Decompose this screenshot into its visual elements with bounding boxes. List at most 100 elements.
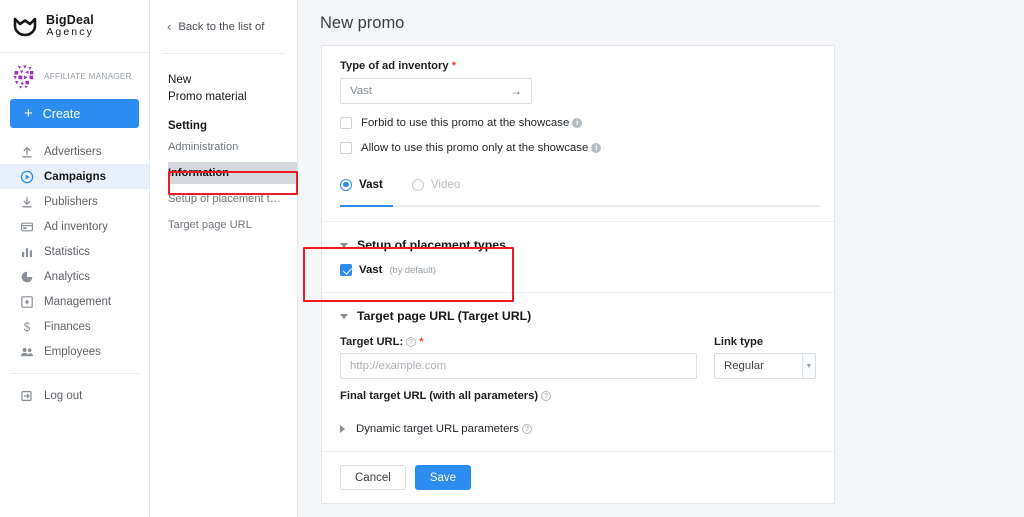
account-role-label: AFFILIATE MANAGER <box>44 72 132 81</box>
brand-subtitle: Agency <box>46 26 94 39</box>
link-type-label: Link type <box>714 336 764 348</box>
placement-types-section: Setup of placement types Vast (by defaul… <box>322 221 834 292</box>
subnav-item-administration[interactable]: Administration <box>150 136 297 158</box>
account-block: AFFILIATE MANAGER + Create <box>0 53 149 128</box>
setting-group-label: Setting <box>168 119 207 132</box>
subnav-item-label: Target page URL <box>168 218 252 231</box>
tab-underline <box>340 205 820 207</box>
required-asterisk: * <box>451 60 457 72</box>
target-url-header[interactable]: Target page URL (Target URL) <box>340 309 816 323</box>
pie-chart-icon <box>20 270 34 284</box>
promo-title-line-2: Promo material <box>168 89 247 103</box>
sidebar-item-label: Log out <box>44 389 83 402</box>
sidebar-item-employees[interactable]: Employees <box>0 339 149 364</box>
back-to-list-link[interactable]: ‹ Back to the list of <box>150 0 297 53</box>
subnav-item-information[interactable]: Information <box>168 161 297 184</box>
dynamic-target-url-params-label: Dynamic target URL parameters? <box>356 423 532 435</box>
sidebar-divider <box>10 373 139 374</box>
allow-showcase-checkbox[interactable] <box>340 142 352 154</box>
placement-vast-label: Vast <box>359 264 383 276</box>
subnav-item-label: Administration <box>168 140 239 153</box>
placement-types-header[interactable]: Setup of placement types <box>340 238 816 252</box>
placement-types-title: Setup of placement types <box>357 238 506 252</box>
tab-video[interactable]: Video <box>411 178 460 191</box>
main-content: New promo Type of ad inventory * Vast → … <box>298 0 1024 517</box>
dynamic-target-url-params-row[interactable]: Dynamic target URL parameters? <box>340 423 816 435</box>
sidebar-item-label: Statistics <box>44 245 91 258</box>
subnav-item-label: Information <box>168 166 230 179</box>
logout-arrow-icon <box>20 389 34 403</box>
sidebar-item-management[interactable]: Management <box>0 289 149 314</box>
placement-vast-checkbox[interactable] <box>340 264 352 276</box>
format-tabs: Vast Video <box>340 178 816 191</box>
promo-material-title: New Promo material <box>150 54 297 106</box>
plus-icon: + <box>24 105 33 122</box>
inventory-value: Vast <box>350 85 372 97</box>
help-circle-icon[interactable]: ? <box>541 391 552 401</box>
dollar-icon: $ <box>20 320 34 334</box>
sidebar-item-label: Ad inventory <box>44 220 108 233</box>
sidebar-item-finances[interactable]: $ Finances <box>0 314 149 339</box>
target-url-field-group: Target URL:? * http://example.com <box>340 336 697 379</box>
placement-vast-row[interactable]: Vast (by default) <box>340 264 816 276</box>
secondary-sidebar: ‹ Back to the list of New Promo material… <box>150 0 298 517</box>
new-promo-form-card: Type of ad inventory * Vast → Forbid to … <box>321 45 835 504</box>
sidebar-nav: Advertisers Campaigns Publishers Ad inve… <box>0 139 149 364</box>
subnav-item-setup-of-placement-types[interactable]: Setup of placement t… <box>150 188 297 210</box>
link-type-field-group: Link type Regular ▼ <box>714 336 816 379</box>
target-url-row: Target URL:? * http://example.com Link t… <box>340 336 816 379</box>
download-arrow-icon <box>20 195 34 209</box>
link-type-select[interactable]: Regular ▼ <box>714 353 816 379</box>
info-icon[interactable]: i <box>572 118 583 128</box>
target-url-placeholder: http://example.com <box>350 360 447 372</box>
play-circle-icon <box>20 170 34 184</box>
chevron-down-icon[interactable]: ▼ <box>802 354 815 378</box>
allow-showcase-label: Allow to use this promo only at the show… <box>361 142 602 154</box>
sidebar-item-advertisers[interactable]: Advertisers <box>0 139 149 164</box>
brand-header[interactable]: BigDeal Agency <box>0 0 149 53</box>
create-button-label: Create <box>42 106 81 121</box>
final-target-url-label: Final target URL (with all parameters)? <box>340 390 816 402</box>
placement-vast-note: (by default) <box>389 265 436 275</box>
forbid-showcase-row[interactable]: Forbid to use this promo at the showcase… <box>340 117 816 129</box>
sidebar-item-analytics[interactable]: Analytics <box>0 264 149 289</box>
sidebar-item-logout[interactable]: Log out <box>0 383 149 408</box>
sidebar-item-publishers[interactable]: Publishers <box>0 189 149 214</box>
tab-vast[interactable]: Vast <box>340 178 383 191</box>
sidebar-item-label: Advertisers <box>44 145 102 158</box>
square-dot-icon <box>20 295 34 309</box>
help-circle-icon[interactable]: ? <box>406 337 417 347</box>
subnav-item-target-page-url[interactable]: Target page URL <box>150 214 297 236</box>
save-button[interactable]: Save <box>414 465 472 490</box>
sidebar-item-statistics[interactable]: Statistics <box>0 239 149 264</box>
promo-title-line-1: New <box>168 73 192 86</box>
sidebar-item-label: Management <box>44 295 112 308</box>
inventory-select[interactable]: Vast → <box>340 78 532 104</box>
page-title: New promo <box>320 14 405 32</box>
caret-right-icon <box>340 425 345 433</box>
target-url-input[interactable]: http://example.com <box>340 353 697 379</box>
forbid-showcase-checkbox[interactable] <box>340 117 352 129</box>
sidebar-item-campaigns[interactable]: Campaigns <box>0 164 149 189</box>
inventory-section: Type of ad inventory * Vast → Forbid to … <box>322 46 834 221</box>
help-circle-icon[interactable]: ? <box>521 424 532 434</box>
upload-arrow-icon <box>20 145 34 159</box>
primary-sidebar: BigDeal Agency AFFILIATE MANAGER + Creat… <box>0 0 150 517</box>
shield-chevron-logo-icon <box>12 13 38 39</box>
final-target-url-text: Final target URL (with all parameters) <box>340 390 539 402</box>
sidebar-item-ad-inventory[interactable]: Ad inventory <box>0 214 149 239</box>
tab-vast-label: Vast <box>359 178 383 191</box>
card-icon <box>20 220 34 234</box>
subnav-item-label: Setup of placement t… <box>168 192 281 205</box>
sidebar-logout-group: Log out <box>0 383 149 408</box>
allow-showcase-row[interactable]: Allow to use this promo only at the show… <box>340 142 816 154</box>
bar-chart-icon <box>20 245 34 259</box>
info-icon[interactable]: i <box>591 143 602 153</box>
target-url-section: Target page URL (Target URL) Target URL:… <box>322 292 834 451</box>
cancel-button[interactable]: Cancel <box>340 465 406 490</box>
chevron-left-icon: ‹ <box>167 19 172 34</box>
sidebar-item-label: Campaigns <box>44 170 106 183</box>
target-url-label-text: Target URL: <box>340 336 404 348</box>
create-button[interactable]: + Create <box>10 99 139 128</box>
caret-down-icon <box>340 242 348 248</box>
